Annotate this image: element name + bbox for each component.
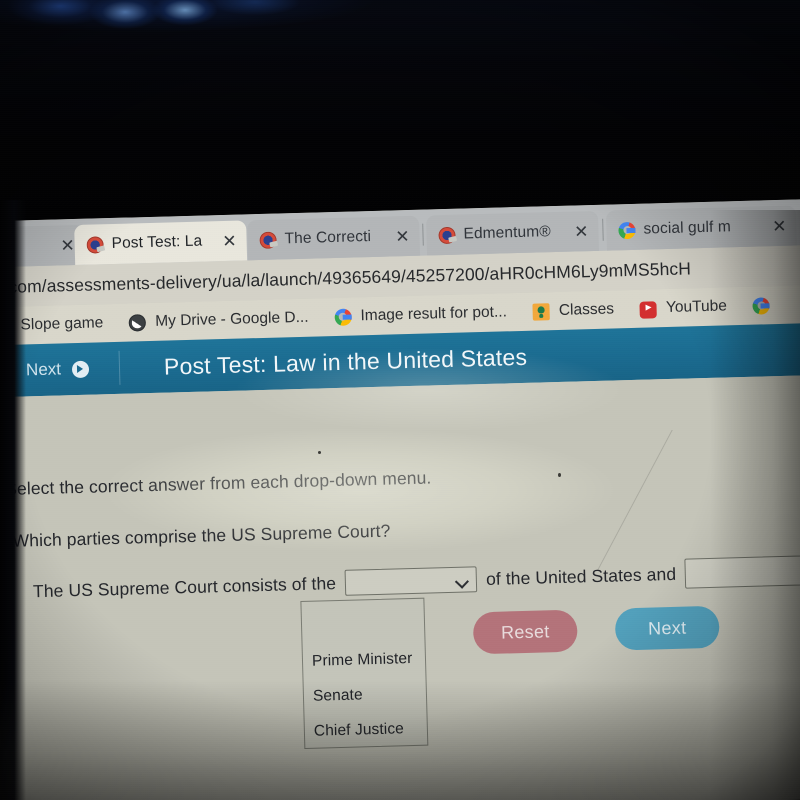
tab-separator xyxy=(422,223,424,246)
tab-separator xyxy=(602,218,604,241)
tab-title: Edmentum® xyxy=(463,223,551,243)
slope-icon xyxy=(0,317,12,334)
header-next-label: Next xyxy=(25,359,62,380)
youtube-icon xyxy=(639,300,658,319)
page-title: Post Test: Law in the United States xyxy=(163,343,528,380)
tab-title: social gulf m xyxy=(643,218,732,238)
chevron-down-icon xyxy=(455,574,470,589)
header-next-button[interactable]: Next xyxy=(0,342,120,398)
dark-room-background xyxy=(0,0,800,235)
photo-of-screen: hboard | ✕ Post Test: La ✕ The Correcti … xyxy=(0,0,800,800)
bookmark-my-drive[interactable]: My Drive - Google D... xyxy=(129,309,309,332)
bookmark-google[interactable] xyxy=(752,296,779,315)
assessment-content: Select the correct answer from each drop… xyxy=(0,374,800,800)
tab-title: Post Test: La xyxy=(111,232,203,253)
browser-tab-social-gulf[interactable]: social gulf m ✕ xyxy=(605,205,797,251)
sentence-part-2: of the United States and xyxy=(485,563,677,589)
next-button[interactable]: Next xyxy=(614,605,720,651)
bookmark-label: YouTube xyxy=(665,297,728,317)
bookmark-image-result[interactable]: Image result for pot... xyxy=(334,303,507,326)
dropdown-option-prime-minister[interactable]: Prime Minister xyxy=(312,650,413,671)
reset-button[interactable]: Reset xyxy=(472,609,578,655)
dropdown-option-senate[interactable]: Senate xyxy=(313,686,363,705)
instruction-text: Select the correct answer from each drop… xyxy=(4,467,432,499)
google-icon xyxy=(752,296,771,315)
bookmark-label: Classes xyxy=(558,300,615,319)
arrow-right-circle-icon xyxy=(71,360,90,378)
browser-tab-edmentum[interactable]: Edmentum® ✕ xyxy=(425,210,600,256)
close-icon[interactable]: ✕ xyxy=(218,231,237,250)
browser-tab-post-test[interactable]: Post Test: La ✕ xyxy=(74,220,248,266)
classes-icon xyxy=(532,302,551,321)
monitor-screen: hboard | ✕ Post Test: La ✕ The Correcti … xyxy=(0,198,800,800)
edmentum-icon xyxy=(438,226,456,244)
browser-tab-dashboard[interactable]: hboard | ✕ xyxy=(0,224,86,269)
close-icon[interactable]: ✕ xyxy=(391,226,410,245)
close-icon[interactable]: ✕ xyxy=(768,216,787,235)
sentence-part-1: The US Supreme Court consists of the xyxy=(32,572,337,601)
browser-tab-the-correction[interactable]: The Correcti ✕ xyxy=(247,215,421,261)
bookmark-label: My Drive - Google D... xyxy=(155,308,309,330)
bookmark-label: Slope game xyxy=(20,314,104,334)
bookmark-label: Image result for pot... xyxy=(360,303,508,325)
close-icon[interactable]: ✕ xyxy=(570,222,589,241)
edmentum-icon xyxy=(86,235,104,254)
action-buttons: Reset Next xyxy=(472,605,720,655)
edmentum-icon xyxy=(259,231,277,249)
close-icon[interactable]: ✕ xyxy=(56,236,75,255)
google-icon xyxy=(334,308,352,326)
drive-icon xyxy=(129,313,147,332)
tab-title: The Correcti xyxy=(284,227,372,248)
google-icon xyxy=(618,221,636,239)
tab-title: hboard | xyxy=(0,237,13,257)
bookmark-slope-game[interactable]: Slope game xyxy=(0,314,104,335)
dropdown-1-options[interactable]: Prime Minister Senate Chief Justice xyxy=(300,597,429,749)
dropdown-option-chief-justice[interactable]: Chief Justice xyxy=(314,720,405,740)
question-text: Which parties comprise the US Supreme Co… xyxy=(12,520,391,551)
bookmark-classes[interactable]: Classes xyxy=(532,300,615,321)
dropdown-1[interactable] xyxy=(344,566,478,596)
dropdown-2[interactable] xyxy=(684,554,800,589)
bookmark-youtube[interactable]: YouTube xyxy=(639,297,728,319)
